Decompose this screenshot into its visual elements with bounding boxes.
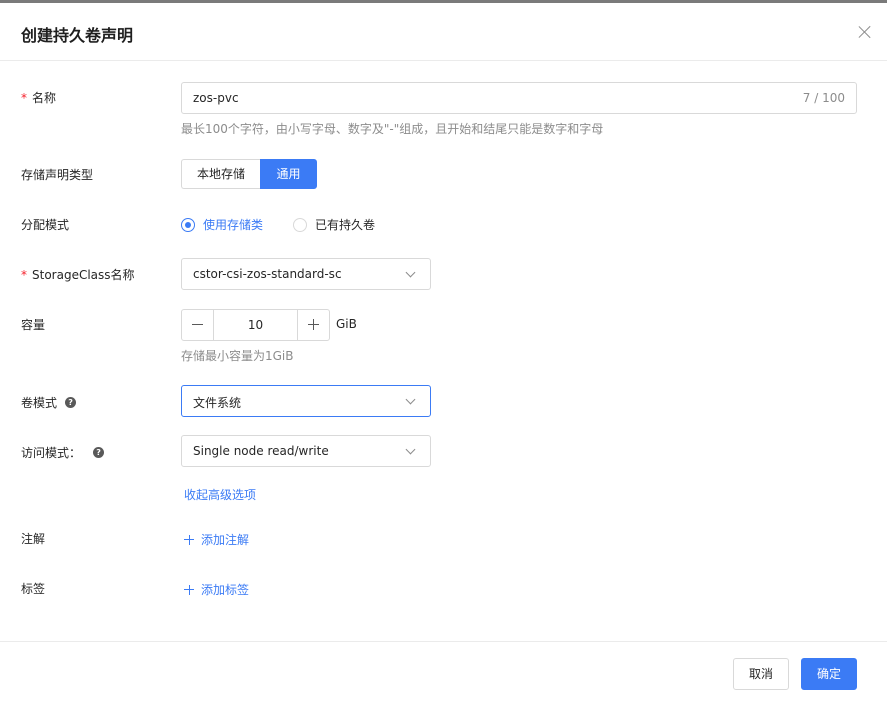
storage-class-label: * StorageClass名称 (21, 266, 135, 283)
close-icon[interactable] (856, 23, 874, 41)
claim-type-label: 存储声明类型 (21, 168, 94, 182)
minus-icon[interactable] (182, 310, 214, 340)
storage-class-value: cstor-csi-zos-standard-sc (193, 267, 342, 281)
storage-class-label-text: StorageClass名称 (32, 268, 135, 282)
radio-dot (181, 217, 195, 232)
capacity-hint: 存储最小容量为1GiB (181, 349, 294, 363)
name-hint: 最长100个字符，由小写字母、数字及"-"组成，且开始和结尾只能是数字和字母 (181, 122, 604, 136)
add-label-text: 添加标签 (201, 583, 250, 597)
storage-class-select[interactable]: cstor-csi-zos-standard-sc (181, 258, 431, 290)
claim-type-segmented: 本地存储 通用 (181, 159, 317, 189)
required-mark: * (21, 90, 27, 105)
plus-icon (184, 534, 194, 545)
chevron-down-icon (406, 269, 416, 279)
labels-label: 标签 (21, 582, 46, 596)
plus-icon[interactable] (297, 310, 329, 340)
volume-mode-label-text: 卷模式 (21, 396, 58, 410)
plus-icon (184, 584, 194, 595)
dialog-title: 创建持久卷声明 (21, 26, 134, 45)
chevron-down-icon (406, 446, 416, 456)
claim-type-local-button[interactable]: 本地存储 (181, 159, 260, 189)
add-annotation-button[interactable]: 添加注解 (184, 531, 249, 548)
volume-mode-select[interactable]: 文件系统 (181, 385, 431, 417)
access-mode-label: 访问模式： ? (21, 444, 105, 461)
add-label-button[interactable]: 添加标签 (184, 581, 249, 598)
name-label: * 名称 (21, 89, 56, 106)
annotations-label: 注解 (21, 532, 46, 546)
radio-existing-pv[interactable]: 已有持久卷 (293, 216, 375, 233)
chevron-down-icon (406, 396, 416, 406)
capacity-label: 容量 (21, 318, 46, 332)
access-mode-value: Single node read/write (193, 444, 329, 458)
name-input[interactable]: zos-pvc 7 / 100 (181, 82, 857, 114)
alloc-mode-label: 分配模式 (21, 218, 70, 232)
dialog-header: 创建持久卷声明 (0, 3, 887, 61)
capacity-input[interactable]: 10 (214, 310, 297, 340)
capacity-stepper: 10 (181, 309, 330, 341)
radio-label: 使用存储类 (203, 218, 264, 232)
name-char-counter: 7 / 100 (802, 91, 845, 105)
radio-dot (293, 217, 307, 232)
claim-type-general-button[interactable]: 通用 (260, 159, 317, 189)
volume-mode-label: 卷模式 ? (21, 394, 77, 411)
name-input-value: zos-pvc (193, 91, 239, 105)
access-mode-label-text: 访问模式： (21, 446, 82, 460)
capacity-unit: GiB (336, 317, 357, 331)
volume-mode-value: 文件系统 (193, 396, 242, 410)
name-label-text: 名称 (32, 91, 57, 105)
radio-use-storage-class[interactable]: 使用存储类 (181, 216, 263, 233)
help-icon[interactable]: ? (65, 397, 77, 408)
required-mark: * (21, 267, 27, 282)
access-mode-select[interactable]: Single node read/write (181, 435, 431, 467)
collapse-advanced-link[interactable]: 收起高级选项 (184, 486, 256, 503)
add-annotation-label: 添加注解 (201, 533, 250, 547)
radio-label: 已有持久卷 (315, 218, 376, 232)
help-icon[interactable]: ? (93, 447, 105, 458)
ok-button[interactable]: 确定 (801, 658, 857, 690)
cancel-button[interactable]: 取消 (733, 658, 789, 690)
